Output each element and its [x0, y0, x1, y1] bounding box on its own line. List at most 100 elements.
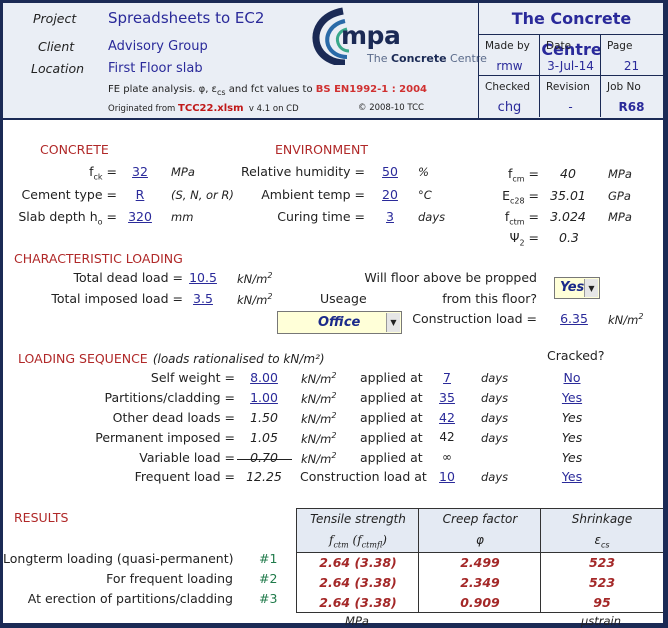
- chevron-down-icon[interactable]: ▼: [584, 279, 598, 297]
- result-row-label: At erection of partitions/cladding: [27, 591, 233, 606]
- result-row-id: #2: [259, 571, 278, 586]
- made-by-cell: Made by rmw: [479, 35, 540, 76]
- ambient-temp-input[interactable]: 20: [378, 187, 402, 202]
- load-value: 1.50: [250, 410, 278, 425]
- loading-sequence-subtitle: (loads rationalised to kN/m²): [152, 352, 325, 366]
- total-dead-load-input[interactable]: 10.5: [189, 270, 217, 285]
- relative-humidity-label: Relative humidity =: [240, 164, 365, 179]
- originated-prefix: Originated from: [108, 104, 179, 114]
- load-unit: kN/m2: [301, 411, 337, 426]
- load-unit: kN/m2: [301, 391, 337, 406]
- job-no-label: Job No: [607, 81, 641, 93]
- applied-at-label: applied at: [360, 370, 423, 385]
- shrinkage-value: 95: [593, 595, 611, 610]
- cracked-input[interactable]: Yes: [555, 390, 589, 405]
- application-age-unit: days: [481, 411, 509, 425]
- fctm-unit: MPa: [608, 210, 632, 224]
- total-imposed-load-input[interactable]: 3.5: [189, 291, 217, 306]
- results-table-header: Tensile strength fctm (fctmfl) Creep fac…: [296, 508, 663, 553]
- standard-reference: BS EN1992-1 : 2004: [315, 84, 428, 95]
- date-label: Date: [546, 40, 572, 52]
- shrinkage-unit: μstrain: [580, 614, 622, 628]
- cement-type-input[interactable]: R: [125, 187, 155, 202]
- sheet-header: Project Spreadsheets to EC2 Client Advis…: [3, 3, 664, 120]
- construction-age-input[interactable]: 10: [435, 469, 459, 484]
- load-label: Self weight =: [150, 370, 235, 385]
- fcm-unit: MPa: [608, 167, 632, 181]
- description-text: FE plate analysis. φ, ε: [108, 84, 217, 95]
- logo-text: mpa: [341, 21, 401, 50]
- creep-factor-value: 2.499: [460, 555, 500, 570]
- useage-selected-value: Office: [318, 315, 361, 330]
- checked-cell: Checked chg: [479, 76, 540, 117]
- propped-dropdown[interactable]: Yes ▼: [554, 277, 600, 299]
- organization-title: The Concrete Centre: [479, 3, 664, 59]
- checked-label: Checked: [485, 81, 531, 93]
- cracked-value: Yes: [561, 430, 583, 445]
- fcm-value: 40: [560, 166, 576, 181]
- total-imposed-load-label: Total imposed load =: [51, 291, 183, 306]
- originated-version: v 4.1 on CD: [248, 104, 299, 114]
- construction-load-unit: kN/m2: [608, 312, 644, 327]
- applied-at-label: applied at: [360, 430, 423, 445]
- results-section-title: RESULTS: [14, 510, 69, 525]
- cement-type-label: Cement type =: [21, 187, 117, 202]
- slab-depth-input[interactable]: 320: [123, 209, 157, 224]
- creep-factor-header: Creep factor: [442, 512, 518, 526]
- tensile-strength-header: Tensile strength: [310, 512, 406, 526]
- application-age-unit: days: [481, 391, 509, 405]
- date-cell: Date 3-Jul-14: [540, 35, 601, 76]
- job-no-value[interactable]: R68: [601, 100, 662, 114]
- checked-value[interactable]: chg: [479, 100, 540, 115]
- application-age-input[interactable]: 7: [435, 370, 459, 385]
- applied-at-label: applied at: [360, 450, 423, 465]
- total-dead-load-label: Total dead load =: [73, 270, 183, 285]
- curing-time-unit: days: [418, 210, 446, 224]
- construction-load-input[interactable]: 6.35: [558, 311, 590, 326]
- fctm-label: fctm =: [504, 209, 539, 227]
- location-value[interactable]: First Floor slab: [108, 61, 203, 76]
- column-divider: [418, 508, 419, 613]
- revision-value[interactable]: -: [540, 100, 601, 114]
- cracked-input[interactable]: No: [555, 370, 589, 385]
- load-value-input[interactable]: 1.00: [243, 390, 285, 405]
- date-value[interactable]: 3-Jul-14: [540, 59, 601, 73]
- load-value-input[interactable]: 8.00: [243, 370, 285, 385]
- made-by-value[interactable]: rmw: [479, 59, 540, 73]
- result-row-id: #3: [259, 591, 278, 606]
- load-value: 0.70: [250, 450, 278, 465]
- curing-time-label: Curing time =: [277, 209, 365, 224]
- application-age-input[interactable]: 42: [435, 410, 459, 425]
- creep-factor-value: 0.909: [460, 595, 500, 610]
- shrinkage-header: Shrinkage: [571, 512, 633, 526]
- shrinkage-value: 523: [588, 575, 616, 590]
- load-label: Other dead loads =: [112, 410, 235, 425]
- document-info-box: The Concrete Centre Made by rmw Date 3-J…: [478, 3, 664, 118]
- project-value[interactable]: Spreadsheets to EC2: [108, 9, 264, 27]
- client-value[interactable]: Advisory Group: [108, 39, 208, 54]
- load-unit: kN/m2: [301, 371, 337, 386]
- chevron-down-icon[interactable]: ▼: [386, 313, 400, 332]
- column-divider: [540, 508, 541, 613]
- job-no-cell: Job No R68: [601, 76, 664, 117]
- load-label: Partitions/cladding =: [104, 390, 235, 405]
- useage-dropdown[interactable]: Office ▼: [277, 311, 402, 334]
- ambient-temp-unit: °C: [418, 188, 432, 202]
- application-age-input[interactable]: 35: [435, 390, 459, 405]
- construction-cracked-input[interactable]: Yes: [555, 469, 589, 484]
- application-age: 42: [439, 430, 455, 444]
- description-mid: and fct values to: [225, 84, 316, 95]
- description-sub: cs: [216, 88, 226, 97]
- frequent-load-label: Frequent load =: [134, 469, 235, 484]
- ec28-label: Ec28 =: [502, 188, 539, 206]
- revision-cell: Revision -: [540, 76, 601, 117]
- page-value[interactable]: 21: [601, 59, 662, 73]
- page-label: Page: [607, 40, 633, 52]
- slab-depth-unit: mm: [171, 210, 194, 224]
- project-label: Project: [33, 11, 77, 26]
- frequent-load-value: 12.25: [246, 469, 282, 484]
- curing-time-input[interactable]: 3: [378, 209, 402, 224]
- cracked-header: Cracked?: [547, 348, 605, 363]
- fck-input[interactable]: 32: [125, 164, 155, 179]
- relative-humidity-input[interactable]: 50: [378, 164, 402, 179]
